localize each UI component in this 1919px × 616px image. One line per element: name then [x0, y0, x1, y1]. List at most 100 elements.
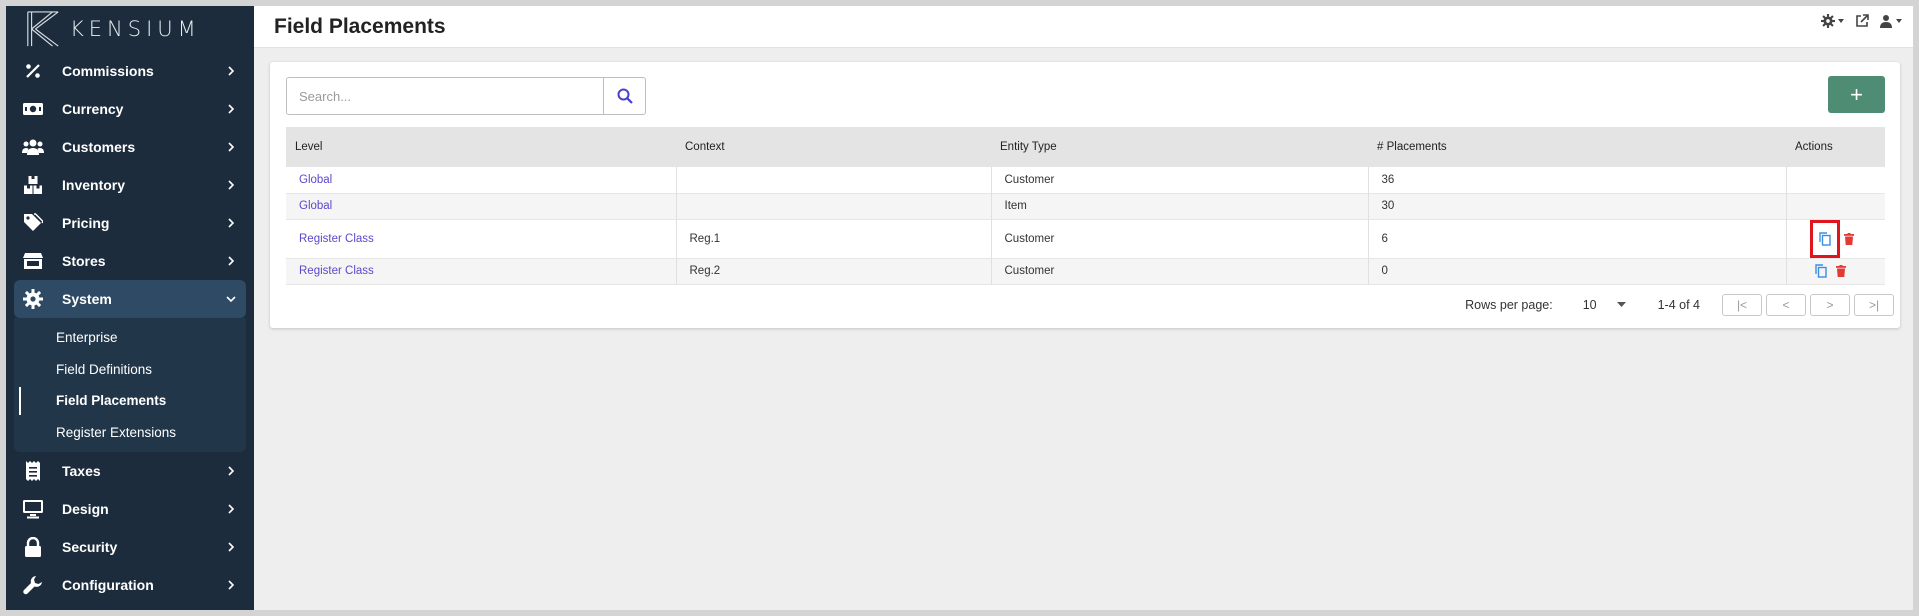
sidebar-item-taxes[interactable]: Taxes — [6, 452, 254, 490]
add-placement-button[interactable]: + — [1828, 76, 1885, 113]
rows-per-page-select[interactable]: 10 — [1583, 298, 1626, 312]
chevron-right-icon — [228, 218, 235, 228]
sidebar-item-label: Configuration — [62, 577, 154, 593]
sidebar-subitem-field-definitions[interactable]: Field Definitions — [14, 354, 246, 386]
copy-icon — [1818, 231, 1831, 246]
sidebar-item-label: Stores — [62, 253, 106, 269]
chevron-right-icon — [228, 542, 235, 552]
chevron-down-icon — [226, 296, 236, 303]
caret-down-icon — [1838, 19, 1844, 23]
copy-icon — [1814, 264, 1827, 278]
page-title: Field Placements — [274, 14, 446, 38]
delete-button[interactable] — [1835, 265, 1846, 277]
receipt-icon — [22, 460, 44, 482]
sidebar-subitem-enterprise[interactable]: Enterprise — [14, 322, 246, 354]
first-page-button[interactable]: |< — [1722, 294, 1762, 316]
level-link[interactable]: Register Class — [299, 233, 374, 245]
sidebar-item-inventory[interactable]: Inventory — [6, 166, 254, 204]
copy-button[interactable] — [1809, 219, 1840, 258]
gear-icon — [22, 288, 44, 310]
entity-type-cell: Item — [990, 193, 1368, 219]
level-link[interactable]: Global — [299, 200, 332, 212]
sidebar-item-stores[interactable]: Stores — [6, 242, 254, 280]
trash-icon — [1835, 265, 1846, 277]
wrench-icon — [22, 574, 44, 596]
actions-cell — [1785, 193, 1885, 219]
context-cell: Reg.2 — [675, 258, 991, 284]
search-icon — [617, 88, 633, 104]
app-window: KENSIUM Commissions Currency Customers I… — [6, 6, 1913, 610]
trash-icon — [1843, 232, 1854, 245]
column-header-context[interactable]: Context — [676, 127, 991, 167]
top-bar: Field Placements — [254, 6, 1913, 48]
user-menu-button[interactable] — [1879, 14, 1903, 28]
kensium-logo-icon — [27, 11, 59, 47]
sidebar-item-pricing[interactable]: Pricing — [6, 204, 254, 242]
store-icon — [22, 250, 44, 272]
delete-button[interactable] — [1843, 232, 1854, 245]
caret-down-icon — [1616, 302, 1626, 307]
sidebar-item-currency[interactable]: Currency — [6, 90, 254, 128]
rows-per-page-label: Rows per page: — [1465, 298, 1553, 312]
context-cell: Reg.1 — [675, 219, 991, 258]
sidebar-item-customers[interactable]: Customers — [6, 128, 254, 166]
sidebar-item-label: Inventory — [62, 177, 126, 193]
chevron-right-icon — [228, 466, 235, 476]
top-actions — [1821, 14, 1903, 28]
last-page-button[interactable]: >| — [1854, 294, 1894, 316]
context-cell — [675, 193, 991, 219]
sidebar-item-label: Pricing — [62, 215, 110, 231]
monitor-icon — [22, 498, 44, 520]
rows-per-page-value: 10 — [1582, 298, 1597, 312]
sidebar-item-configuration[interactable]: Configuration — [6, 566, 254, 604]
copy-button[interactable] — [1810, 260, 1832, 282]
placements-card: + Level Context Entity Type # Placements… — [270, 62, 1900, 328]
search-button[interactable] — [603, 78, 645, 114]
placements-cell: 0 — [1367, 258, 1786, 284]
prev-page-button[interactable]: < — [1766, 294, 1806, 316]
search-input[interactable] — [287, 78, 603, 114]
sidebar-item-system[interactable]: System — [14, 280, 246, 318]
column-header-level[interactable]: Level — [286, 127, 676, 167]
user-icon — [1880, 15, 1892, 28]
column-header-actions: Actions — [1795, 141, 1833, 153]
placements-cell: 36 — [1367, 167, 1786, 193]
page-range: 1-4 of 4 — [1657, 298, 1700, 312]
table-row: Register Class Reg.2 Customer 0 — [286, 258, 1885, 284]
chevron-right-icon — [228, 504, 235, 514]
sidebar-subitem-register-extensions[interactable]: Register Extensions — [14, 417, 246, 449]
sidebar-item-label: Currency — [62, 101, 124, 117]
context-cell — [675, 167, 991, 193]
sidebar-item-commissions[interactable]: Commissions — [6, 52, 254, 90]
brand-logo[interactable]: KENSIUM — [6, 6, 254, 52]
column-header-entity-type[interactable]: Entity Type — [991, 127, 1368, 167]
chevron-right-icon — [228, 580, 235, 590]
settings-menu-button[interactable] — [1821, 14, 1845, 28]
next-page-button[interactable]: > — [1810, 294, 1850, 316]
column-header-placements[interactable]: # Placements — [1368, 127, 1786, 167]
actions-cell — [1785, 258, 1885, 284]
table-row: Register Class Reg.1 Customer 6 — [286, 219, 1885, 258]
system-submenu: Enterprise Field Definitions Field Place… — [6, 318, 254, 452]
sidebar-item-design[interactable]: Design — [6, 490, 254, 528]
sidebar-item-label: System — [62, 291, 112, 307]
actions-cell — [1785, 167, 1885, 193]
sidebar-nav: Commissions Currency Customers Inventory… — [6, 52, 254, 604]
percent-icon — [22, 60, 44, 82]
open-external-button[interactable] — [1855, 14, 1869, 28]
placements-cell: 6 — [1367, 219, 1786, 258]
sidebar-subitem-field-placements[interactable]: Field Placements — [14, 385, 246, 417]
sidebar-item-label: Taxes — [62, 463, 101, 479]
main-content: Field Placements Search... + Level Conte… — [254, 6, 1913, 610]
caret-down-icon — [1896, 19, 1902, 23]
table-row: Global Customer 36 — [286, 167, 1885, 193]
level-link[interactable]: Global — [299, 174, 332, 186]
chevron-right-icon — [228, 142, 235, 152]
level-link[interactable]: Register Class — [299, 265, 374, 277]
sidebar-item-security[interactable]: Security — [6, 528, 254, 566]
sidebar-item-label: Customers — [62, 139, 136, 155]
sidebar-item-label: Security — [62, 539, 118, 555]
users-icon — [22, 136, 44, 158]
pagination: Rows per page: 10 1-4 of 4 |< < > >| — [1465, 292, 1894, 318]
entity-type-cell: Customer — [990, 167, 1368, 193]
